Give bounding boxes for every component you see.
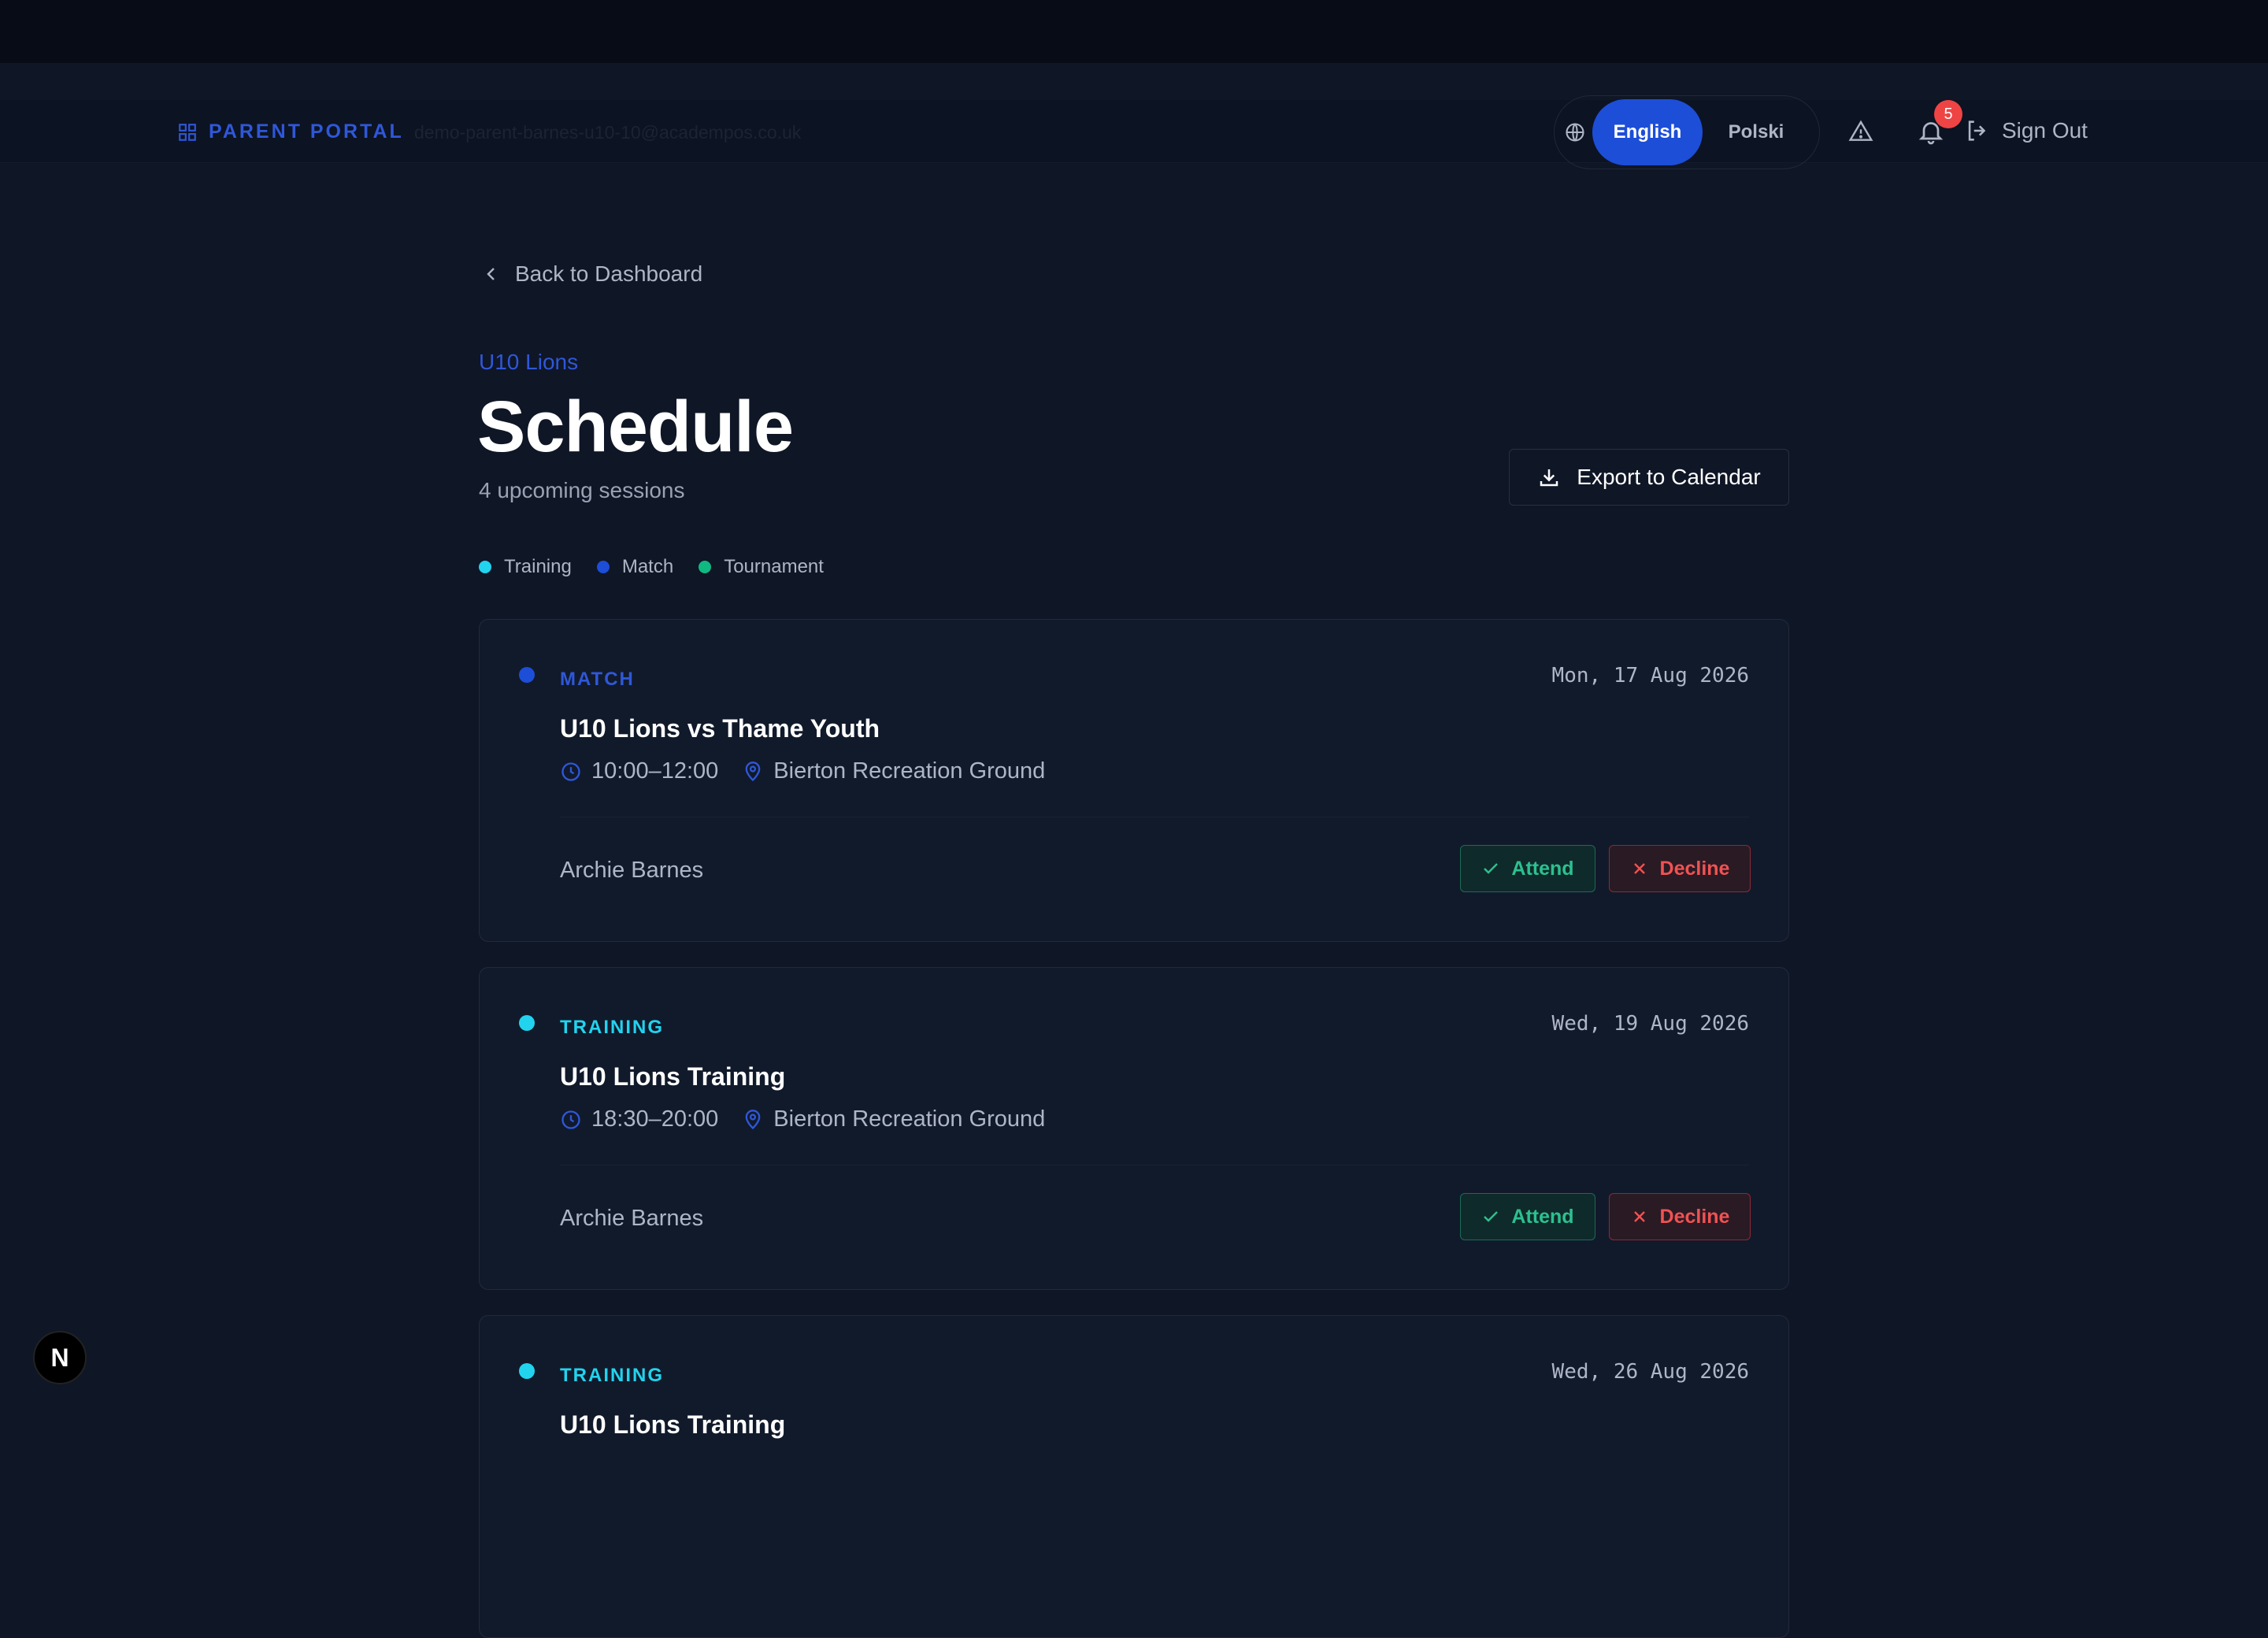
attend-button[interactable]: Attend xyxy=(1460,845,1595,892)
decline-label: Decline xyxy=(1659,1205,1730,1228)
grid-icon xyxy=(179,123,196,141)
player-name: Archie Barnes xyxy=(560,1206,704,1231)
check-icon xyxy=(1484,1211,1499,1222)
page-title: Schedule xyxy=(477,387,794,467)
globe-icon xyxy=(1566,123,1584,142)
map-pin-icon xyxy=(745,1109,761,1129)
session-count: 4 upcoming sessions xyxy=(479,478,685,502)
sign-out-button[interactable]: Sign Out xyxy=(1964,117,2088,144)
language-english-button[interactable]: English xyxy=(1592,99,1703,165)
session-title: U10 Lions Training xyxy=(560,1062,786,1091)
location-label: Bierton Recreation Ground xyxy=(773,758,1046,784)
app-header: PARENT PORTAL demo-parent-barnes-u10-10@… xyxy=(0,95,2268,169)
session-time: 10:00–12:00 xyxy=(591,758,719,784)
session-time: 18:30–20:00 xyxy=(591,1106,719,1132)
sign-out-label: Sign Out xyxy=(2002,118,2088,143)
legend-label: Training xyxy=(504,556,572,577)
attend-label: Attend xyxy=(1511,1205,1574,1228)
session-card: MATCH Mon, 17 Aug 2026 U10 Lions vs Tham… xyxy=(479,619,1789,942)
session-type: TRAINING xyxy=(560,1017,664,1038)
back-label: Back to Dashboard xyxy=(515,261,703,286)
back-to-dashboard-link[interactable]: Back to Dashboard xyxy=(482,261,702,287)
download-icon xyxy=(1540,469,1558,487)
team-name: U10 Lions xyxy=(479,350,579,374)
session-date: Wed, 26 Aug 2026 xyxy=(1551,1360,1749,1384)
location-label: Bierton Recreation Ground xyxy=(773,1106,1046,1132)
notification-badge: 5 xyxy=(1934,100,1962,128)
check-icon xyxy=(1484,863,1499,874)
session-location: Bierton Recreation Ground xyxy=(742,1106,1045,1132)
user-email: demo-parent-barnes-u10-10@academpos.co.u… xyxy=(414,122,802,143)
legend-label: Match xyxy=(621,556,674,577)
session-card: TRAINING Wed, 26 Aug 2026 U10 Lions Trai… xyxy=(479,1315,1789,1638)
decline-button[interactable]: Decline xyxy=(1609,1193,1751,1240)
divider xyxy=(560,1165,1749,1166)
clock-icon xyxy=(561,762,580,781)
nextjs-devtools-button[interactable]: N xyxy=(33,1331,87,1384)
training-dot xyxy=(519,1363,535,1379)
session-card: TRAINING Wed, 19 Aug 2026 U10 Lions Trai… xyxy=(479,967,1789,1290)
brand-label: PARENT PORTAL xyxy=(209,120,404,143)
language-switcher: English Polski xyxy=(1554,95,1820,169)
decline-label: Decline xyxy=(1659,857,1730,880)
session-location: Bierton Recreation Ground xyxy=(742,758,1045,784)
training-dot xyxy=(479,561,491,573)
export-label: Export to Calendar xyxy=(1577,465,1761,489)
player-name: Archie Barnes xyxy=(560,858,704,883)
training-dot xyxy=(519,1015,535,1031)
decline-button[interactable]: Decline xyxy=(1609,845,1751,892)
attend-label: Attend xyxy=(1511,857,1574,880)
warning-icon[interactable] xyxy=(1848,119,1873,144)
session-title: U10 Lions Training xyxy=(560,1410,786,1439)
legend-item-tournament: Tournament xyxy=(699,556,824,578)
session-date: Wed, 19 Aug 2026 xyxy=(1551,1012,1749,1036)
session-legend: Training Match Tournament xyxy=(479,556,838,578)
session-meta: 18:30–20:00 Bierton Recreation Ground xyxy=(560,1106,1045,1132)
chevron-left-icon xyxy=(487,268,495,280)
map-pin-icon xyxy=(745,761,761,781)
match-dot xyxy=(519,667,535,683)
session-type: TRAINING xyxy=(560,1365,664,1386)
close-icon xyxy=(1633,863,1645,874)
clock-icon xyxy=(561,1110,580,1129)
tournament-dot xyxy=(699,561,712,573)
language-polish-button[interactable]: Polski xyxy=(1703,99,1810,165)
attend-button[interactable]: Attend xyxy=(1460,1193,1595,1240)
legend-item-training: Training xyxy=(479,556,572,578)
close-icon xyxy=(1633,1211,1645,1222)
export-to-calendar-button[interactable]: Export to Calendar xyxy=(1509,449,1789,506)
brand[interactable]: PARENT PORTAL xyxy=(177,120,404,143)
legend-item-match: Match xyxy=(596,556,674,578)
session-title: U10 Lions vs Thame Youth xyxy=(560,714,880,743)
legend-label: Tournament xyxy=(724,556,824,577)
session-type: MATCH xyxy=(560,669,635,690)
session-meta: 10:00–12:00 Bierton Recreation Ground xyxy=(560,758,1045,784)
match-dot xyxy=(596,561,610,573)
sign-out-icon xyxy=(1968,120,1986,141)
browser-top-strip xyxy=(0,0,2268,63)
session-date: Mon, 17 Aug 2026 xyxy=(1551,664,1749,687)
